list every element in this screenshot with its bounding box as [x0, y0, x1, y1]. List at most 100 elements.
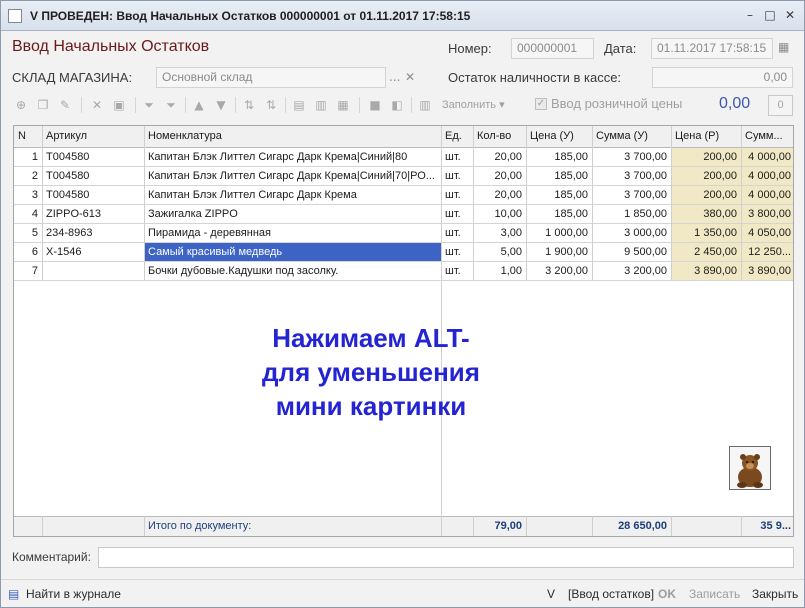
table-cell[interactable]	[42, 262, 144, 281]
table-cell[interactable]: 3	[14, 186, 42, 205]
table-cell[interactable]: 20,00	[473, 167, 526, 186]
warehouse-select-button[interactable]: ...	[389, 67, 400, 88]
cash-field[interactable]: 0,00	[652, 67, 793, 88]
table-cell[interactable]: 3,00	[473, 224, 526, 243]
counter-button[interactable]: 0	[768, 95, 793, 116]
table-cell[interactable]: Самый красивый медведь	[144, 243, 441, 262]
footer-sum-r-total[interactable]: 35 9...	[741, 517, 793, 536]
ok-button[interactable]: OK	[658, 587, 676, 601]
save-icon[interactable]: ■	[367, 97, 383, 113]
table-cell[interactable]: Зажигалка ZIPPO	[144, 205, 441, 224]
table-cell[interactable]: 20,00	[473, 148, 526, 167]
table-cell[interactable]: 1 350,00	[671, 224, 741, 243]
sort-desc-icon[interactable]: ⇅	[263, 97, 279, 113]
table-cell[interactable]: 185,00	[526, 205, 592, 224]
column-header[interactable]: Сумм...	[741, 127, 793, 146]
table-cell[interactable]: 3 700,00	[592, 186, 671, 205]
table-cell[interactable]: X-1546	[42, 243, 144, 262]
number-field[interactable]: 000000001	[511, 38, 594, 59]
add-icon[interactable]: ⊕	[13, 97, 29, 113]
table-cell[interactable]: 185,00	[526, 167, 592, 186]
table-cell[interactable]: 3 000,00	[592, 224, 671, 243]
table-cell[interactable]: T004580	[42, 186, 144, 205]
table-cell[interactable]: 4 000,00	[741, 167, 793, 186]
table-cell[interactable]: 5	[14, 224, 42, 243]
table-cell[interactable]: шт.	[441, 243, 473, 262]
copy-icon[interactable]: ❐	[35, 97, 51, 113]
find-in-journal-link[interactable]: Найти в журнале	[26, 587, 121, 601]
sort-asc-icon[interactable]: ⇅	[241, 97, 257, 113]
fill-button[interactable]: Заполнить ▾	[442, 98, 505, 111]
table-cell[interactable]: 3 890,00	[671, 262, 741, 281]
group-icon[interactable]: ▥	[313, 97, 329, 113]
table-cell[interactable]: 6	[14, 243, 42, 262]
table-cell[interactable]: ZIPPO-613	[42, 205, 144, 224]
filter-icon[interactable]: ⏷	[141, 97, 157, 113]
column-header[interactable]: Ед.	[441, 127, 473, 146]
column-header[interactable]: Номенклатура	[144, 127, 441, 146]
table-cell[interactable]: 1 900,00	[526, 243, 592, 262]
table-cell[interactable]: 12 250...	[741, 243, 793, 262]
footer-label[interactable]: Итого по документу:	[144, 517, 441, 536]
calendar-icon[interactable]: ▦	[778, 37, 789, 58]
table-cell[interactable]: 3 200,00	[592, 262, 671, 281]
table-cell[interactable]: Пирамида - деревянная	[144, 224, 441, 243]
comment-input[interactable]	[98, 547, 794, 568]
write-button[interactable]: Записать	[689, 587, 740, 601]
column-header[interactable]: Кол-во	[473, 127, 526, 146]
delete-icon[interactable]: ✕	[89, 97, 105, 113]
table-cell[interactable]: 3 800,00	[741, 205, 793, 224]
footer-sum-total[interactable]: 28 650,00	[592, 517, 671, 536]
table-cell[interactable]: 1 850,00	[592, 205, 671, 224]
clear-icon[interactable]: ✕	[405, 67, 415, 88]
table-cell[interactable]: 3 700,00	[592, 148, 671, 167]
table-cell[interactable]: 380,00	[671, 205, 741, 224]
table-cell[interactable]: 10,00	[473, 205, 526, 224]
table-cell[interactable]: шт.	[441, 148, 473, 167]
table-cell[interactable]: 4 000,00	[741, 186, 793, 205]
table-cell[interactable]: шт.	[441, 186, 473, 205]
table-cell[interactable]: 3 700,00	[592, 167, 671, 186]
table-cell[interactable]: 9 500,00	[592, 243, 671, 262]
barcode-icon[interactable]: ▥	[417, 97, 433, 113]
table-cell[interactable]: 200,00	[671, 167, 741, 186]
table-cell[interactable]: T004580	[42, 167, 144, 186]
title-bar[interactable]: V ПРОВЕДЕН: Ввод Начальных Остатков 0000…	[1, 1, 804, 31]
close-button[interactable]: ✕	[782, 7, 798, 23]
close-form-button[interactable]: Закрыть	[752, 587, 798, 601]
table-cell[interactable]: 1	[14, 148, 42, 167]
minimize-button[interactable]: –	[742, 7, 758, 23]
layout-icon[interactable]: ◧	[389, 97, 405, 113]
column-header[interactable]: Артикул	[42, 127, 144, 146]
table-cell[interactable]: 185,00	[526, 148, 592, 167]
table-cell[interactable]: 4 050,00	[741, 224, 793, 243]
footer-qty-total[interactable]: 79,00	[473, 517, 526, 536]
move-up-icon[interactable]: ▲	[191, 97, 207, 113]
table-cell[interactable]: 5,00	[473, 243, 526, 262]
table-cell[interactable]: T004580	[42, 148, 144, 167]
column-header[interactable]: Цена (У)	[526, 127, 592, 146]
table-cell[interactable]: 20,00	[473, 186, 526, 205]
table-cell[interactable]: 3 200,00	[526, 262, 592, 281]
table-cell[interactable]: шт.	[441, 205, 473, 224]
table-cell[interactable]: шт.	[441, 262, 473, 281]
table-cell[interactable]: 7	[14, 262, 42, 281]
edit-icon[interactable]: ✎	[57, 97, 73, 113]
table-cell[interactable]: Капитан Блэк Литтел Сигарс Дарк Крема|Си…	[144, 167, 441, 186]
table-cell[interactable]: шт.	[441, 167, 473, 186]
column-header[interactable]: N	[14, 127, 42, 146]
warehouse-field[interactable]: Основной склад	[156, 67, 386, 88]
maximize-button[interactable]: □	[762, 7, 778, 23]
date-field[interactable]: 01.11.2017 17:58:15	[651, 38, 773, 59]
pick-icon[interactable]: ▤	[291, 97, 307, 113]
table-cell[interactable]: 200,00	[671, 186, 741, 205]
table-cell[interactable]: Капитан Блэк Литтел Сигарс Дарк Крема|Си…	[144, 148, 441, 167]
table-cell[interactable]: 200,00	[671, 148, 741, 167]
table-cell[interactable]: Капитан Блэк Литтел Сигарс Дарк Крема	[144, 186, 441, 205]
table-cell[interactable]: 234-8963	[42, 224, 144, 243]
table-cell[interactable]: 3 890,00	[741, 262, 793, 281]
table-cell[interactable]: 4 000,00	[741, 148, 793, 167]
table-cell[interactable]: 1,00	[473, 262, 526, 281]
retail-price-checkbox[interactable]: ✓	[535, 98, 547, 110]
column-header[interactable]: Сумма (У)	[592, 127, 671, 146]
